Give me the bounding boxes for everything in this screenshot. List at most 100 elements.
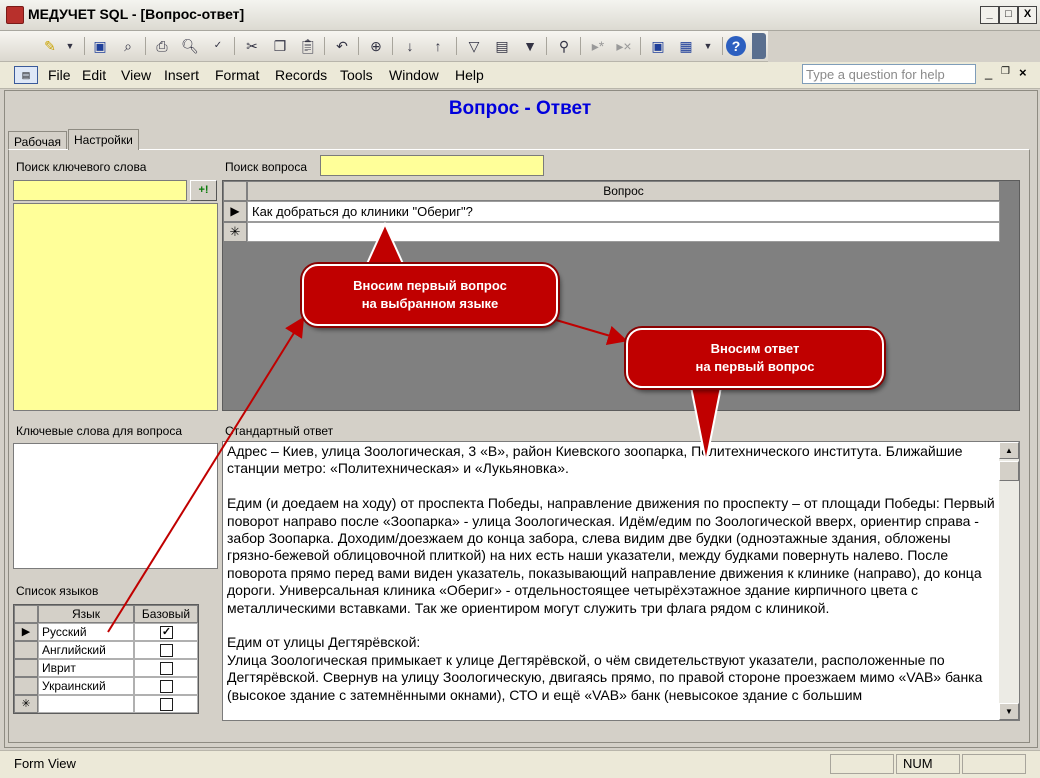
row-selector-new[interactable]: ✳ [223, 222, 247, 242]
row-selector-current[interactable]: ▶ [223, 201, 247, 222]
new-object-icon[interactable]: ▦ [676, 36, 696, 56]
print-icon[interactable]: ⎙ [152, 36, 172, 56]
language-name-cell[interactable]: Русский [38, 623, 134, 641]
search-file-icon[interactable]: ⌕ [118, 36, 138, 56]
tab-settings[interactable]: Настройки [68, 129, 139, 150]
copy-icon[interactable]: ❐ [270, 36, 290, 56]
toolbar-separator [580, 37, 581, 55]
undo-icon[interactable]: ↶ [332, 36, 352, 56]
menu-file[interactable]: File [48, 67, 71, 83]
question-cell-new[interactable] [247, 222, 1000, 242]
toolbar-separator [722, 37, 723, 55]
cut-icon[interactable]: ✂ [242, 36, 262, 56]
delete-record-icon[interactable]: ▸× [614, 36, 634, 56]
base-cell [134, 659, 198, 677]
toolbar-separator [358, 37, 359, 55]
menu-insert[interactable]: Insert [164, 67, 199, 83]
base-cell [134, 641, 198, 659]
scroll-up-button[interactable]: ▲ [999, 442, 1019, 459]
tab-working[interactable]: Рабочая [8, 131, 67, 150]
language-column-header[interactable]: Язык [38, 605, 134, 623]
base-checkbox[interactable] [160, 698, 173, 711]
base-cell [134, 677, 198, 695]
save-icon[interactable]: ▣ [90, 36, 110, 56]
toolbar-separator [84, 37, 85, 55]
menu-tools[interactable]: Tools [340, 67, 373, 83]
scroll-thumb[interactable] [999, 461, 1019, 481]
callout-enter-first-question: Вносим первый вопрос на выбранном языке [302, 264, 558, 326]
row-selector[interactable] [14, 641, 38, 659]
minimize-button[interactable]: _ [980, 6, 999, 24]
app-icon[interactable] [6, 6, 24, 24]
language-name-cell[interactable]: Украинский [38, 677, 134, 695]
filter-by-selection-icon[interactable]: ▽ [464, 36, 484, 56]
language-name-cell[interactable]: Иврит [38, 659, 134, 677]
menu-format[interactable]: Format [215, 67, 259, 83]
toolbar-options-icon[interactable] [752, 33, 766, 59]
form-icon[interactable]: ▤ [14, 66, 38, 84]
status-panel [962, 754, 1026, 774]
doc-minimize-icon[interactable]: _ [985, 65, 992, 80]
toolbar-separator [456, 37, 457, 55]
base-checkbox[interactable] [160, 662, 173, 675]
filter-by-form-icon[interactable]: ▤ [492, 36, 512, 56]
menu-help[interactable]: Help [455, 67, 484, 83]
keyword-list[interactable] [13, 203, 218, 411]
find-icon[interactable]: ⚲ [554, 36, 574, 56]
database-window-icon[interactable]: ▣ [648, 36, 668, 56]
row-selector[interactable] [14, 659, 38, 677]
language-name-cell[interactable] [38, 695, 134, 713]
doc-close-icon[interactable]: × [1019, 65, 1027, 80]
form-title: Вопрос - Ответ [448, 98, 592, 119]
row-selector[interactable] [14, 677, 38, 695]
sort-ascending-icon[interactable]: ↓ [400, 36, 420, 56]
menu-view[interactable]: View [121, 67, 151, 83]
question-cell[interactable]: Как добраться до клиники "Обериг"? [247, 201, 1000, 222]
status-view-label: Form View [14, 756, 76, 771]
grid-corner [223, 181, 247, 201]
base-checkbox[interactable] [160, 644, 173, 657]
help-icon[interactable]: ? [726, 36, 746, 56]
toolbar-separator [324, 37, 325, 55]
paste-icon[interactable]: 📋︎ [298, 36, 318, 56]
maximize-button[interactable]: □ [999, 6, 1018, 24]
design-view-icon[interactable]: ✎ [40, 36, 60, 56]
base-checkbox[interactable] [160, 680, 173, 693]
toolbar-separator [145, 37, 146, 55]
question-search-label: Поиск вопроса [225, 160, 308, 174]
close-button[interactable]: X [1018, 6, 1037, 24]
sort-descending-icon[interactable]: ↑ [428, 36, 448, 56]
scroll-down-button[interactable]: ▼ [999, 703, 1019, 720]
view-dropdown-icon[interactable]: ▼ [60, 36, 80, 56]
base-cell [134, 695, 198, 713]
help-question-input[interactable]: Type a question for help [802, 64, 976, 84]
question-column-header[interactable]: Вопрос [247, 181, 1000, 201]
row-selector-current[interactable]: ▶ [14, 623, 38, 641]
grid-corner [14, 605, 38, 623]
language-name-cell[interactable]: Английский [38, 641, 134, 659]
menu-edit[interactable]: Edit [82, 67, 106, 83]
num-lock-indicator: NUM [896, 754, 960, 774]
menu-records[interactable]: Records [275, 67, 327, 83]
keywords-for-question-list[interactable] [13, 443, 218, 569]
answer-scrollbar[interactable]: ▲ ▼ [999, 442, 1019, 720]
keyword-search-input[interactable] [13, 180, 187, 201]
apply-filter-icon[interactable]: ▼ [520, 36, 540, 56]
new-record-icon[interactable]: ▸* [588, 36, 608, 56]
toolbar-separator [546, 37, 547, 55]
new-object-dropdown-icon[interactable]: ▼ [698, 36, 718, 56]
base-checkbox-checked[interactable]: ✓ [160, 626, 173, 639]
row-selector-new[interactable]: ✳ [14, 695, 38, 713]
doc-restore-icon[interactable]: ❐ [1001, 66, 1010, 77]
add-keyword-button[interactable]: +! [190, 180, 217, 201]
languages-grid: Язык Базовый ▶ Русский ✓ Английский Иврит Укр… [13, 604, 199, 714]
base-column-header[interactable]: Базовый [134, 605, 198, 623]
print-preview-icon[interactable]: 🔍︎ [180, 36, 200, 56]
toolbar-separator [392, 37, 393, 55]
standard-answer-textbox[interactable]: Адрес – Киев, улица Зоологическая, 3 «В»… [222, 441, 1020, 721]
question-search-input[interactable] [320, 155, 544, 176]
menu-window[interactable]: Window [389, 67, 439, 83]
status-bar: Form View NUM [0, 750, 1040, 778]
hyperlink-icon[interactable]: ⊕ [366, 36, 386, 56]
spelling-icon[interactable]: ✓ [208, 36, 228, 56]
